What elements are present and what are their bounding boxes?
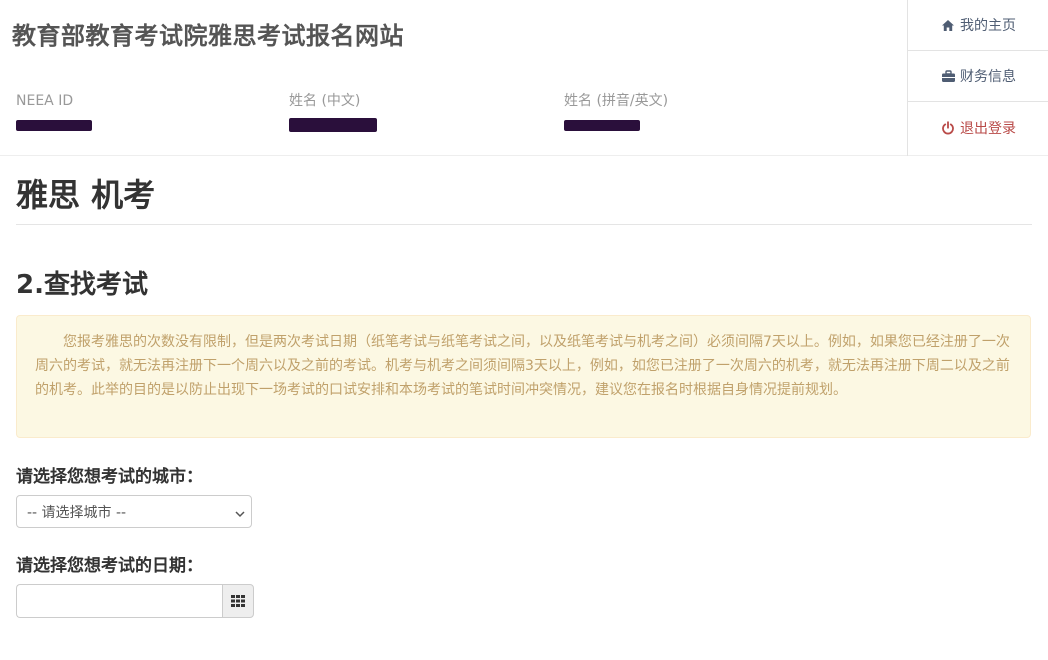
chevron-down-icon <box>235 506 245 522</box>
date-label: 请选择您想考试的日期： <box>16 556 203 576</box>
name-en-label: 姓名 (拼音/英文) <box>564 93 669 109</box>
calendar-grid-icon <box>231 592 245 611</box>
notice-text: 您报考雅思的次数没有限制，但是两次考试日期（纸笔考试与纸笔考试之间，以及纸笔考试… <box>35 334 1010 398</box>
calendar-button[interactable] <box>222 584 254 618</box>
nav-logout-label: 退出登录 <box>960 121 1016 137</box>
nav-finance[interactable]: 财务信息 <box>908 51 1048 102</box>
site-header: 教育部教育考试院雅思考试报名网站 NEEA ID 姓名 (中文) 姓名 (拼音/… <box>0 0 1048 156</box>
name-cn-label: 姓名 (中文) <box>289 93 361 109</box>
name-en-block: 姓名 (拼音/英文) <box>564 92 668 131</box>
nav-my-home[interactable]: 我的主页 <box>908 0 1048 51</box>
site-title: 教育部教育考试院雅思考试报名网站 <box>12 22 404 50</box>
step-title: 2.查找考试 <box>16 270 148 300</box>
nav-finance-label: 财务信息 <box>960 69 1016 85</box>
briefcase-icon <box>940 68 956 84</box>
date-input[interactable] <box>16 584 222 618</box>
name-cn-redacted-value <box>289 118 377 132</box>
name-en-redacted-value <box>564 120 640 131</box>
neea-id-redacted-value <box>16 120 92 131</box>
city-select[interactable]: -- 请选择城市 -- <box>16 495 252 528</box>
notice-alert: 您报考雅思的次数没有限制，但是两次考试日期（纸笔考试与纸笔考试之间，以及纸笔考试… <box>16 315 1031 438</box>
neea-id-label: NEEA ID <box>16 93 74 109</box>
nav-my-home-label: 我的主页 <box>960 18 1016 34</box>
city-label: 请选择您想考试的城市： <box>16 467 203 487</box>
date-picker <box>16 584 254 618</box>
title-divider <box>16 224 1032 225</box>
nav-logout[interactable]: 退出登录 <box>908 102 1048 154</box>
user-nav: 我的主页 财务信息 退出登录 <box>907 0 1048 156</box>
name-cn-block: 姓名 (中文) <box>289 92 377 132</box>
power-icon <box>940 120 956 136</box>
city-select-value: -- 请选择城市 -- <box>27 504 127 521</box>
page-title: 雅思 机考 <box>16 176 156 214</box>
neea-id-block: NEEA ID <box>16 92 92 131</box>
home-icon <box>940 17 956 33</box>
